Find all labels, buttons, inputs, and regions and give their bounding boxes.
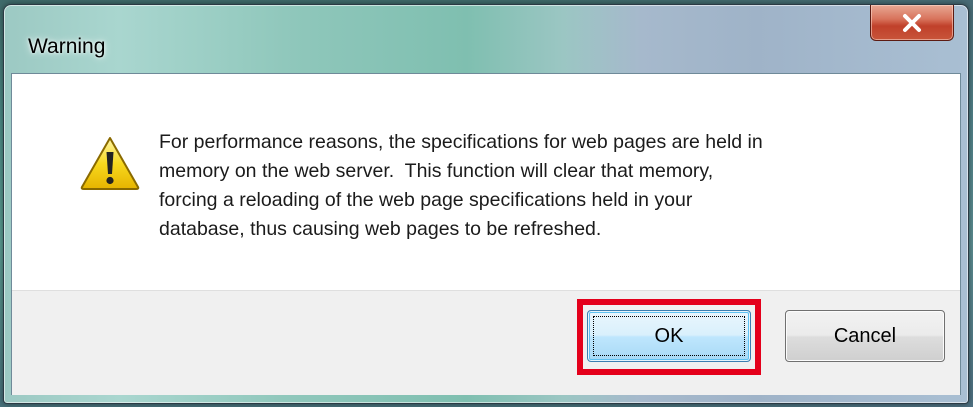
dialog-client-area: For performance reasons, the specificati… bbox=[11, 73, 961, 395]
warning-message: For performance reasons, the specificati… bbox=[159, 131, 763, 240]
window-title: Warning bbox=[28, 35, 106, 58]
button-bar: OK Cancel bbox=[12, 290, 960, 395]
cancel-button[interactable]: Cancel bbox=[785, 310, 945, 362]
warning-triangle-icon bbox=[80, 137, 140, 190]
close-button[interactable] bbox=[870, 5, 954, 41]
warning-dialog-window: Warning For performance reasons, the spe… bbox=[3, 4, 969, 404]
ok-button[interactable]: OK bbox=[587, 310, 751, 362]
cancel-button-label: Cancel bbox=[833, 324, 897, 347]
focus-rectangle bbox=[593, 316, 745, 356]
close-icon bbox=[903, 13, 921, 32]
message-panel: For performance reasons, the specificati… bbox=[12, 74, 960, 290]
